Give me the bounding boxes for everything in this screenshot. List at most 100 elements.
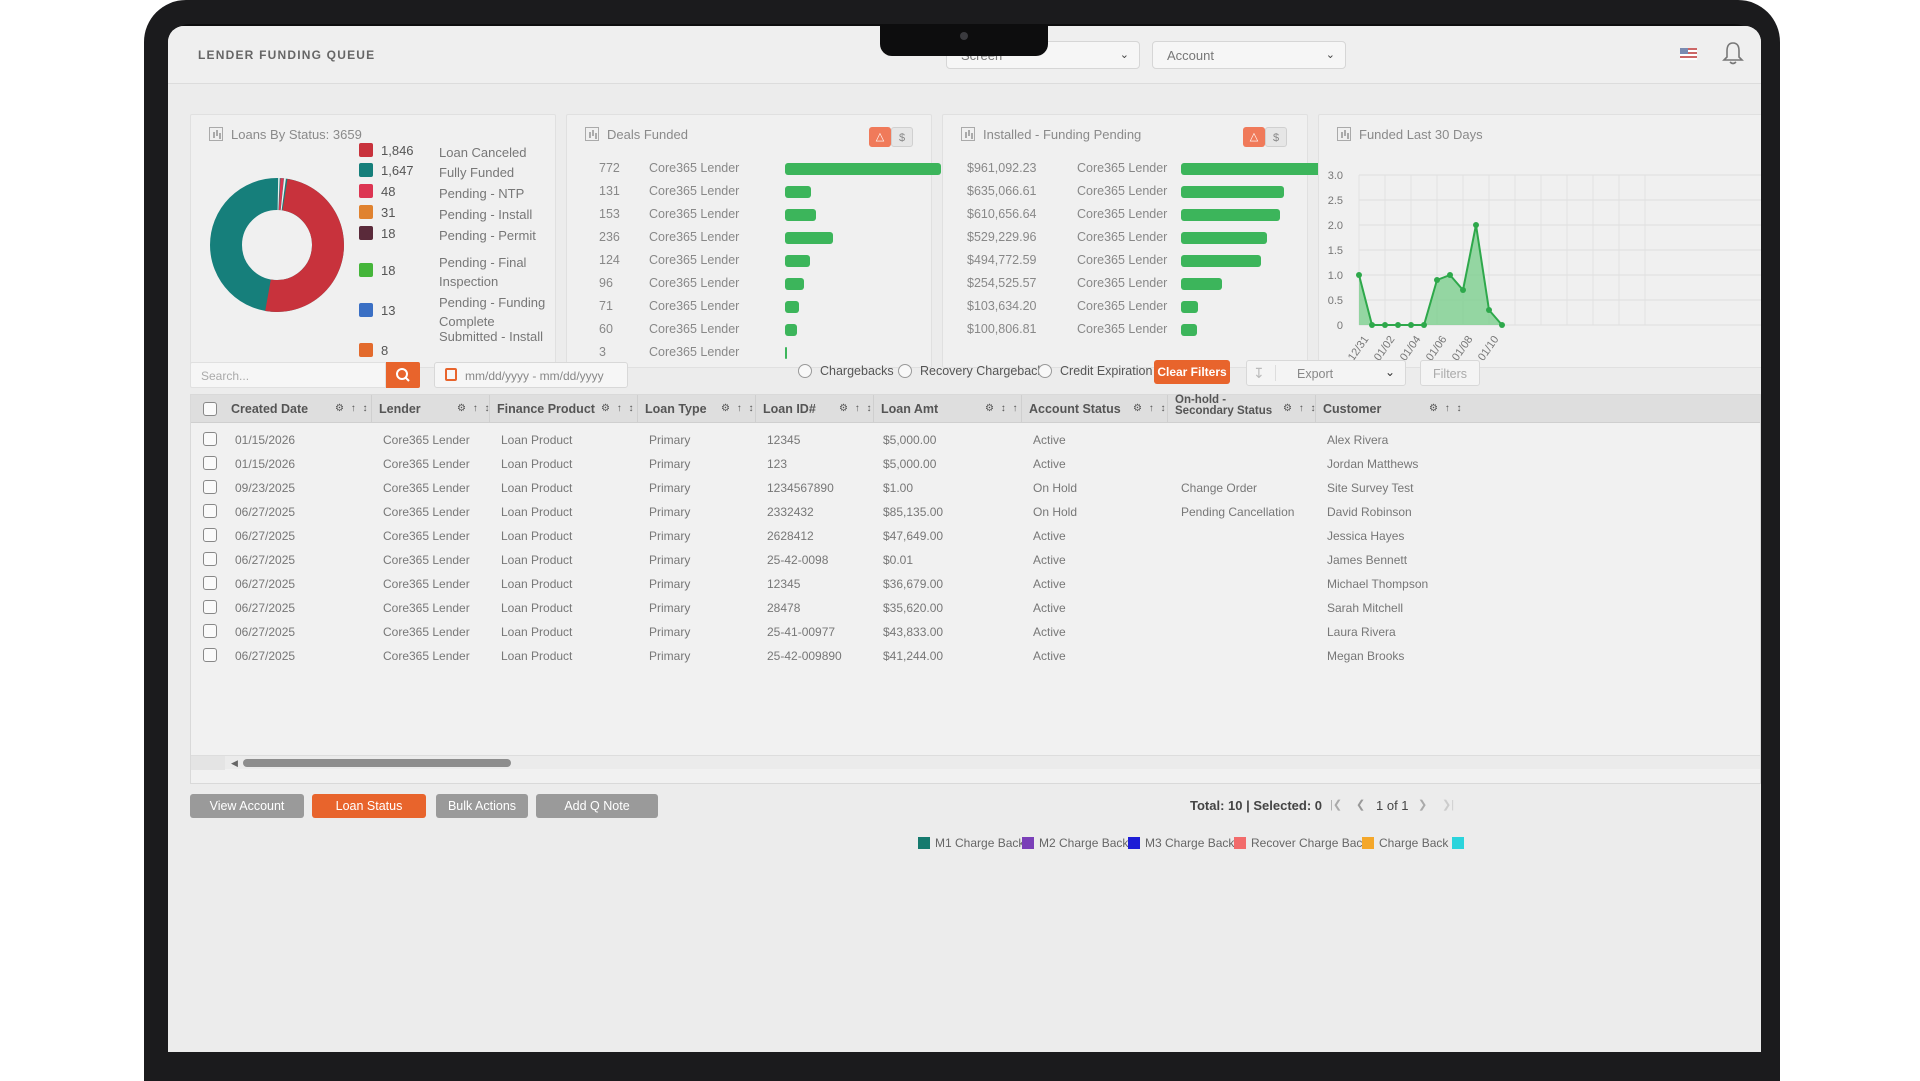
column-header-loan-amt[interactable]: Loan Amt <box>881 402 938 416</box>
row-checkbox[interactable] <box>203 576 217 590</box>
installed-pending-card: Installed - Funding Pending △ $ $961,092… <box>942 114 1337 368</box>
recovery-chargeback-radio[interactable]: Recovery Chargeback <box>898 364 1044 378</box>
first-page-icon[interactable]: |❮ <box>1330 798 1342 811</box>
table-row[interactable]: 01/15/2026 Core365 Lender Loan Product Prim… <box>191 451 1760 475</box>
lender-name: Core365 Lender <box>649 207 740 221</box>
select-all-checkbox[interactable] <box>203 402 217 416</box>
column-divider[interactable] <box>873 395 874 423</box>
dollar-toggle[interactable]: $ <box>891 127 913 147</box>
row-checkbox[interactable] <box>203 528 217 542</box>
installed-pending-row: $610,656.64 Core365 Lender <box>967 207 1307 223</box>
filters-button[interactable]: Filters <box>1420 360 1480 386</box>
column-header-loan-type[interactable]: Loan Type <box>645 402 707 416</box>
column-header-created-date[interactable]: Created Date <box>231 402 308 416</box>
bell-icon[interactable] <box>1722 40 1744 66</box>
column-settings-sort-icon[interactable]: ⚙ ↑ ↕ <box>1283 403 1318 414</box>
us-flag-icon[interactable] <box>1680 48 1697 60</box>
column-divider[interactable] <box>489 395 490 423</box>
legend-count: 18 <box>381 226 396 241</box>
bank-toggle-icon[interactable]: △ <box>1243 127 1265 147</box>
horizontal-scrollbar[interactable]: ◀ <box>191 755 1760 770</box>
bank-toggle-icon[interactable]: △ <box>869 127 891 147</box>
row-checkbox[interactable] <box>203 552 217 566</box>
chargebacks-radio[interactable]: Chargebacks <box>798 364 894 378</box>
search-button[interactable] <box>386 362 420 388</box>
table-row[interactable]: 06/27/2025 Core365 Lender Loan Product Prim… <box>191 619 1760 643</box>
table-row[interactable]: 06/27/2025 Core365 Lender Loan Product Prim… <box>191 571 1760 595</box>
column-settings-sort-icon[interactable]: ⚙ ↑ ↕ <box>335 403 370 414</box>
dollar-toggle[interactable]: $ <box>1265 127 1287 147</box>
table-row[interactable]: 06/27/2025 Core365 Lender Loan Product Prim… <box>191 523 1760 547</box>
table-row[interactable]: 09/23/2025 Core365 Lender Loan Product Prim… <box>191 475 1760 499</box>
lender-name: Core365 Lender <box>649 299 740 313</box>
deal-count: 772 <box>599 161 620 175</box>
column-settings-sort-icon[interactable]: ⚙ ↑ ↕ <box>1429 403 1464 414</box>
column-divider[interactable] <box>371 395 372 423</box>
column-divider[interactable] <box>1021 395 1022 423</box>
table-cell: Loan Product <box>501 577 573 591</box>
row-checkbox[interactable] <box>203 432 217 446</box>
column-header-finance-product[interactable]: Finance Product <box>497 402 595 416</box>
column-settings-sort-icon[interactable]: ⚙ ↑ ↕ <box>839 403 874 414</box>
search-input[interactable]: Search... <box>190 362 386 388</box>
row-checkbox[interactable] <box>203 600 217 614</box>
row-checkbox[interactable] <box>203 456 217 470</box>
add-q-note-button[interactable]: Add Q Note <box>536 794 658 818</box>
table-row[interactable]: 06/27/2025 Core365 Lender Loan Product Prim… <box>191 499 1760 523</box>
chart-icon <box>209 127 223 141</box>
column-settings-sort-icon[interactable]: ⚙ ↑ ↕ <box>457 403 492 414</box>
export-select[interactable]: ↧ Export ⌄ <box>1246 360 1406 386</box>
table-cell: Primary <box>649 433 691 447</box>
table-row[interactable]: 06/27/2025 Core365 Lender Loan Product Prim… <box>191 547 1760 571</box>
column-settings-sort-icon[interactable]: ⚙ ↑ ↕ <box>601 403 636 414</box>
column-settings-sort-icon[interactable]: ⚙ ↕ ↑ <box>985 403 1020 414</box>
row-checkbox[interactable] <box>203 624 217 638</box>
credit-expiration-radio[interactable]: Credit Expiration <box>1038 364 1152 378</box>
installed-pending-row: $100,806.81 Core365 Lender <box>967 322 1307 338</box>
row-checkbox[interactable] <box>203 480 217 494</box>
column-divider[interactable] <box>637 395 638 423</box>
table-cell: Loan Product <box>501 505 573 519</box>
column-header-customer[interactable]: Customer <box>1323 402 1381 416</box>
deal-count: 60 <box>599 322 613 336</box>
legend-swatch <box>359 303 373 317</box>
table-cell: $35,620.00 <box>883 601 944 615</box>
table-cell: Loan Product <box>501 457 573 471</box>
table-row[interactable]: 01/15/2026 Core365 Lender Loan Product Prim… <box>191 427 1760 451</box>
y-tick-label: 2.5 <box>1328 195 1343 207</box>
lender-name: Core365 Lender <box>1077 299 1168 313</box>
column-divider[interactable] <box>1315 395 1316 423</box>
scroll-left-area[interactable] <box>191 756 225 770</box>
clear-filters-button[interactable]: Clear Filters <box>1154 360 1230 384</box>
date-range-input[interactable]: mm/dd/yyyy - mm/dd/yyyy <box>434 362 628 388</box>
column-header-lender[interactable]: Lender <box>379 402 421 416</box>
loan-status-button[interactable]: Loan Status <box>312 794 426 818</box>
table-row[interactable]: 06/27/2025 Core365 Lender Loan Product Prim… <box>191 643 1760 667</box>
column-settings-sort-icon[interactable]: ⚙ ↑ ↕ <box>1133 403 1168 414</box>
table-cell: Core365 Lender <box>383 457 470 471</box>
column-header-account-status[interactable]: Account Status <box>1029 402 1121 416</box>
column-header-secondary-status[interactable]: On-hold - Secondary Status <box>1175 394 1287 417</box>
deals-funded-row: 71 Core365 Lender <box>599 299 929 315</box>
table-cell: 12345 <box>767 433 801 447</box>
legend-label: M2 Charge Back <box>1039 836 1129 850</box>
row-checkbox[interactable] <box>203 648 217 662</box>
scrollbar-thumb[interactable] <box>243 759 511 767</box>
table-row[interactable]: 06/27/2025 Core365 Lender Loan Product Prim… <box>191 595 1760 619</box>
table-cell: Active <box>1033 433 1066 447</box>
account-select[interactable]: Account ⌄ <box>1152 41 1346 69</box>
last-page-icon[interactable]: ❯| <box>1442 798 1454 811</box>
column-header-loan-id[interactable]: Loan ID# <box>763 402 816 416</box>
prev-page-icon[interactable]: ❮ <box>1356 798 1365 811</box>
row-checkbox[interactable] <box>203 504 217 518</box>
column-divider[interactable] <box>1167 395 1168 423</box>
view-account-button[interactable]: View Account <box>190 794 304 818</box>
legend-swatch <box>359 163 373 177</box>
y-tick-label: 1.5 <box>1328 245 1343 257</box>
bulk-actions-button[interactable]: Bulk Actions <box>436 794 528 818</box>
next-page-icon[interactable]: ❯ <box>1418 798 1427 811</box>
column-settings-sort-icon[interactable]: ⚙ ↑ ↕ <box>721 403 756 414</box>
column-divider[interactable] <box>755 395 756 423</box>
table-cell: Primary <box>649 505 691 519</box>
scroll-left-icon[interactable]: ◀ <box>231 758 238 769</box>
